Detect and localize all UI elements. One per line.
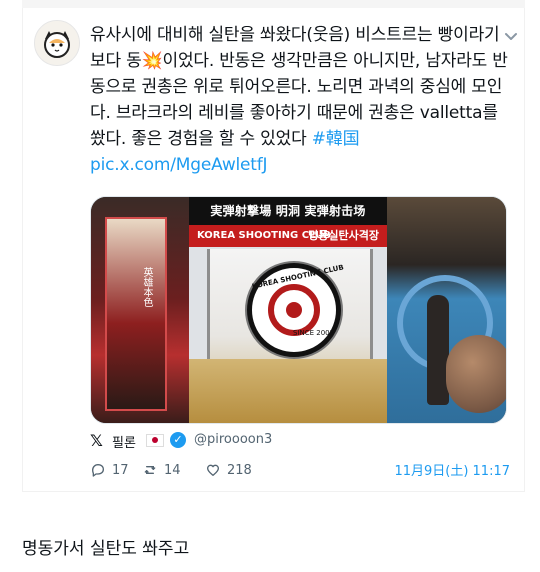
hashtag-link[interactable]: #韓国	[312, 129, 360, 149]
tweet-actions: 17 14 218 11月9日(土) 11:17	[90, 460, 510, 480]
author-handle[interactable]: @piroooon3	[194, 432, 272, 447]
verified-badge-icon: ✓	[170, 432, 186, 448]
tweet-media[interactable]: 英雄本色 実弾射撃場 明洞 実弾射击场 KOREA SHOOTING CLUB …	[90, 196, 507, 424]
retweet-count: 14	[164, 462, 181, 478]
poster-figure	[427, 295, 449, 405]
media-link[interactable]: pic.x.com/MgeAwletfJ	[90, 155, 268, 175]
retweet-button[interactable]: 14	[142, 460, 181, 480]
reply-icon	[92, 464, 104, 477]
like-icon	[207, 464, 219, 476]
since-text: SINCE 2005	[293, 329, 335, 337]
author-meta: 𝕏 필론 ✓ @piroooon3	[90, 431, 510, 452]
reply-button[interactable]: 17	[90, 460, 129, 480]
top-separator	[22, 0, 525, 8]
like-button[interactable]: 218	[205, 460, 252, 480]
retweet-icon	[144, 466, 156, 474]
avatar[interactable]	[34, 20, 80, 66]
reply-count: 17	[112, 462, 129, 478]
sign-top: 実弾射撃場 明洞 実弾射击场	[189, 197, 387, 225]
x-logo-icon[interactable]: 𝕏	[90, 431, 106, 450]
japan-flag-icon	[146, 434, 164, 447]
avatar-cat	[35, 21, 79, 65]
like-count: 218	[227, 462, 252, 478]
author-name[interactable]: 필론	[112, 432, 136, 451]
floor	[189, 359, 387, 423]
left-poster-panel: 英雄本色	[91, 197, 189, 423]
sign-red: KOREA SHOOTING CLUB 명동실탄사격장	[189, 225, 387, 247]
center-door-panel: 実弾射撃場 明洞 実弾射击场 KOREA SHOOTING CLUB 명동실탄사…	[189, 197, 387, 423]
post-caption: 명동가서 실탄도 쏴주고	[22, 539, 190, 559]
sign-ko: 명동실탄사격장	[308, 229, 379, 242]
tweet-date[interactable]: 11月9日(土) 11:17	[394, 460, 510, 479]
movie-poster-left	[105, 217, 167, 411]
right-poster-panel	[387, 197, 506, 423]
emoji: 💥	[141, 51, 163, 71]
tweet-text: 유사시에 대비해 실탄을 쏴왔다(웃음) 비스트르는 빵이라기보다 동💥이었다.…	[90, 22, 510, 178]
poster-text-vertical: 英雄本色	[141, 267, 152, 307]
tweet-card: 유사시에 대비해 실탄을 쏴왔다(웃음) 비스트르는 빵이라기보다 동💥이었다.…	[22, 0, 525, 492]
foreground-object	[446, 335, 506, 413]
